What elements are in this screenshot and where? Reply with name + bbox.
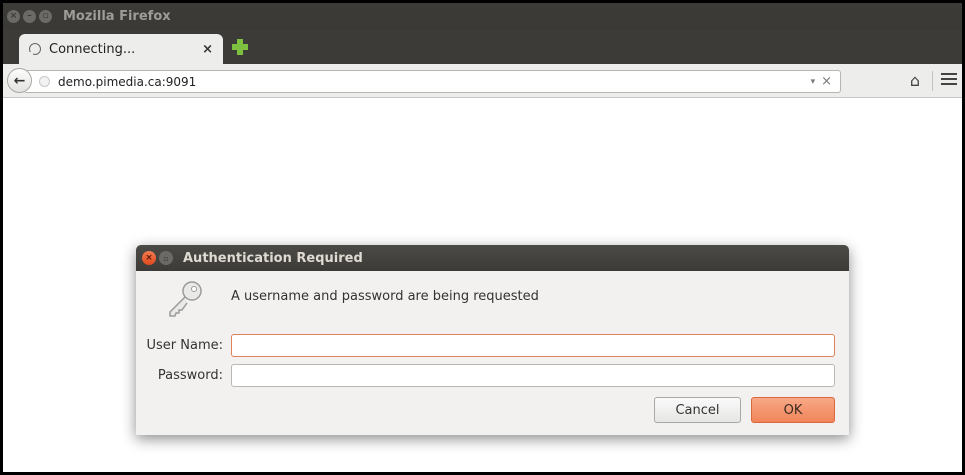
username-input[interactable] <box>231 334 835 357</box>
browser-window: × – ▫ Mozilla Firefox Connecting... × de… <box>0 0 965 475</box>
home-button[interactable]: ⌂ <box>906 72 924 90</box>
dialog-message: A username and password are being reques… <box>231 289 539 304</box>
password-input[interactable] <box>231 364 835 387</box>
toolbar-separator <box>932 71 933 91</box>
dialog-title: Authentication Required <box>183 250 363 266</box>
tab-title: Connecting... <box>49 41 136 57</box>
window-close-icon[interactable]: × <box>7 9 20 23</box>
key-icon <box>169 281 202 317</box>
tab-strip: Connecting... × <box>3 29 962 64</box>
cancel-button[interactable]: Cancel <box>654 397 741 423</box>
home-icon: ⌂ <box>909 71 921 90</box>
username-label: User Name: <box>146 338 224 353</box>
back-button[interactable]: ← <box>7 68 32 93</box>
password-label: Password: <box>157 368 223 383</box>
window-maximize-icon[interactable]: ▫ <box>39 9 52 23</box>
url-bar[interactable]: demo.pimedia.ca:9091 ▾ × <box>25 70 841 93</box>
url-dropdown-icon[interactable]: ▾ <box>811 77 816 87</box>
tab-active[interactable]: Connecting... × <box>19 34 223 64</box>
dialog-maximize-icon[interactable]: ▫ <box>159 251 173 265</box>
url-text[interactable]: demo.pimedia.ca:9091 <box>58 75 811 89</box>
window-title: Mozilla Firefox <box>63 8 171 24</box>
back-arrow-icon: ← <box>13 72 26 89</box>
new-tab-plus-icon[interactable] <box>231 38 249 56</box>
hamburger-menu-icon[interactable] <box>941 73 957 87</box>
ok-button[interactable]: OK <box>751 397 835 423</box>
window-titlebar: × – ▫ Mozilla Firefox <box>3 3 962 29</box>
site-identity-globe-icon[interactable] <box>39 76 50 87</box>
authentication-dialog: × ▫ Authentication Required A username a… <box>136 245 849 435</box>
loading-spinner-icon <box>28 43 41 57</box>
dialog-titlebar: × ▫ Authentication Required <box>136 245 849 271</box>
url-stop-icon[interactable]: × <box>821 74 832 89</box>
navigation-bar: demo.pimedia.ca:9091 ▾ × ← ⌂ <box>3 64 962 98</box>
dialog-close-icon[interactable]: × <box>142 251 156 265</box>
window-minimize-icon[interactable]: – <box>23 9 36 23</box>
tab-close-icon[interactable]: × <box>202 42 213 57</box>
